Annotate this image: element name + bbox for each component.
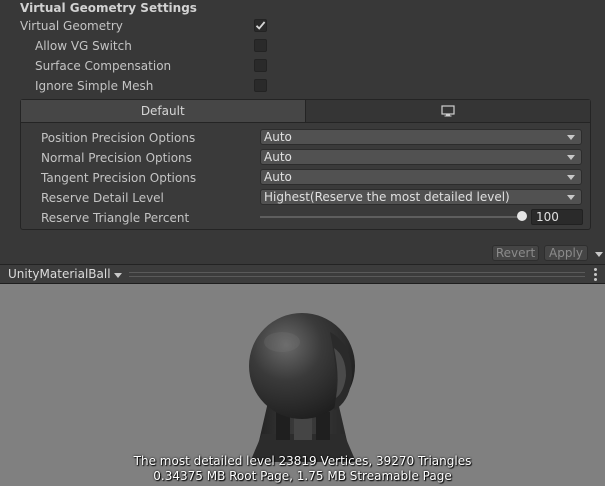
monitor-icon xyxy=(441,105,455,117)
position-precision-dropdown[interactable]: Auto xyxy=(260,129,582,145)
reserve-triangle-value-field[interactable]: 100 xyxy=(531,209,583,225)
option-label-allow-vg-switch: Allow VG Switch xyxy=(35,39,132,53)
position-precision-label: Position Precision Options xyxy=(41,131,196,145)
chevron-down-icon[interactable] xyxy=(595,252,603,257)
normal-precision-dropdown[interactable]: Auto xyxy=(260,149,582,165)
normal-precision-label: Normal Precision Options xyxy=(41,151,192,165)
option-label-ignore-simple-mesh: Ignore Simple Mesh xyxy=(35,79,154,93)
reserve-triangle-slider-thumb[interactable] xyxy=(517,211,527,221)
preview-object-name[interactable]: UnityMaterialBall xyxy=(8,267,111,282)
allow-vg-switch-checkbox[interactable] xyxy=(254,39,267,52)
position-precision-value: Auto xyxy=(264,130,292,144)
section-title: Virtual Geometry Settings xyxy=(20,1,197,15)
ignore-simple-mesh-checkbox[interactable] xyxy=(254,79,267,92)
tangent-precision-label: Tangent Precision Options xyxy=(41,171,197,185)
tangent-precision-value: Auto xyxy=(264,170,292,184)
preview-viewport[interactable]: The most detailed level 23819 Vertices, … xyxy=(0,284,605,486)
chevron-down-icon xyxy=(567,195,575,200)
tab-default-label: Default xyxy=(140,104,185,118)
tab-default[interactable]: Default xyxy=(21,100,306,122)
tangent-precision-dropdown[interactable]: Auto xyxy=(260,169,582,185)
option-label-surface-compensation: Surface Compensation xyxy=(35,59,172,73)
tab-standalone[interactable] xyxy=(305,100,590,122)
surface-compensation-checkbox[interactable] xyxy=(254,59,267,72)
resize-grip[interactable] xyxy=(129,272,585,277)
chevron-down-icon[interactable] xyxy=(114,273,122,278)
virtual-geometry-checkbox[interactable] xyxy=(254,19,267,32)
more-options-icon[interactable] xyxy=(594,268,597,281)
normal-precision-value: Auto xyxy=(264,150,292,164)
platform-tabbar: Default xyxy=(21,100,590,123)
chevron-down-icon xyxy=(567,155,575,160)
preview-header: UnityMaterialBall xyxy=(0,264,605,284)
platform-settings-panel: Default Position Precision Options Auto … xyxy=(20,99,591,230)
reserve-triangle-label: Reserve Triangle Percent xyxy=(41,211,190,225)
reserve-detail-level-value: Highest(Reserve the most detailed level) xyxy=(264,190,510,204)
stats-line-vertices: The most detailed level 23819 Vertices, … xyxy=(133,454,472,468)
revert-button[interactable]: Revert xyxy=(492,245,539,261)
stats-line-pages: 0.34375 MB Root Page, 1.75 MB Streamable… xyxy=(153,469,452,483)
checkmark-icon xyxy=(255,21,266,30)
apply-button[interactable]: Apply xyxy=(544,245,588,261)
reserve-detail-level-dropdown[interactable]: Highest(Reserve the most detailed level) xyxy=(260,189,582,205)
option-label-virtual-geometry: Virtual Geometry xyxy=(20,19,123,33)
reserve-detail-level-label: Reserve Detail Level xyxy=(41,191,164,205)
chevron-down-icon xyxy=(567,135,575,140)
reserve-triangle-slider-track[interactable] xyxy=(260,216,522,218)
chevron-down-icon xyxy=(567,175,575,180)
